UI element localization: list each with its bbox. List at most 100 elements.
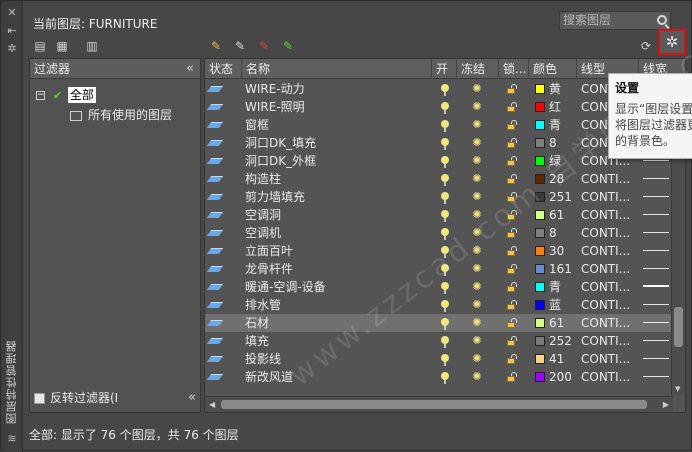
layer-color[interactable]: 黄 bbox=[532, 80, 578, 98]
new-layer-icon[interactable]: ✎ bbox=[207, 37, 225, 55]
layer-name[interactable]: WIRE-照明 bbox=[245, 98, 431, 116]
layer-status-icon[interactable] bbox=[206, 338, 224, 344]
layer-linetype[interactable]: CONTI... bbox=[581, 224, 639, 242]
layer-color[interactable]: 28 bbox=[532, 170, 578, 188]
new-layer-vp-frozen-icon[interactable]: ✎ bbox=[231, 37, 249, 55]
lightbulb-icon[interactable] bbox=[441, 228, 449, 240]
lineweight-sample[interactable] bbox=[643, 232, 669, 233]
layer-color[interactable]: 61 bbox=[532, 206, 578, 224]
layer-status-icon[interactable] bbox=[206, 212, 224, 218]
lineweight-sample[interactable] bbox=[643, 376, 669, 377]
unlock-icon[interactable] bbox=[507, 84, 517, 94]
unlock-icon[interactable] bbox=[507, 246, 517, 256]
layer-name[interactable]: 排水管 bbox=[245, 296, 431, 314]
unlock-icon[interactable] bbox=[507, 228, 517, 238]
layer-name[interactable]: 洞口DK_填充 bbox=[245, 134, 431, 152]
lineweight-sample[interactable] bbox=[643, 160, 669, 161]
layer-linetype[interactable]: CONTI... bbox=[581, 206, 639, 224]
layer-name[interactable]: 立面百叶 bbox=[245, 242, 431, 260]
lineweight-sample[interactable] bbox=[643, 285, 669, 287]
unlock-icon[interactable] bbox=[507, 210, 517, 220]
layer-row[interactable]: 构造柱 ✺ 28 CONTI... bbox=[205, 170, 671, 188]
vertical-scroll-thumb[interactable] bbox=[674, 307, 683, 347]
properties-gear-icon[interactable]: ✲ bbox=[6, 43, 18, 55]
horizontal-scroll-thumb[interactable] bbox=[221, 400, 647, 409]
layer-color[interactable]: 251 bbox=[532, 188, 578, 206]
lightbulb-icon[interactable] bbox=[441, 354, 449, 366]
layer-row[interactable]: 龙骨杆件 ✺ 161 CONTI... bbox=[205, 260, 671, 278]
sun-icon[interactable]: ✺ bbox=[471, 227, 483, 239]
sun-icon[interactable]: ✺ bbox=[471, 173, 483, 185]
lineweight-sample[interactable] bbox=[643, 268, 669, 269]
layer-name[interactable]: 新改风道 bbox=[245, 368, 431, 386]
layer-name[interactable]: 投影线 bbox=[245, 350, 431, 368]
layer-name[interactable]: 洞口DK_外框 bbox=[245, 152, 431, 170]
layer-name[interactable]: 空调机 bbox=[245, 224, 431, 242]
layer-color[interactable]: 41 bbox=[532, 350, 578, 368]
lightbulb-icon[interactable] bbox=[441, 282, 449, 294]
layer-linetype[interactable]: CONTI... bbox=[581, 296, 639, 314]
unlock-icon[interactable] bbox=[507, 300, 517, 310]
layer-color[interactable]: 30 bbox=[532, 242, 578, 260]
tree-node-used-layers[interactable]: 所有使用的图层 bbox=[70, 107, 172, 123]
layer-linetype[interactable]: CONTI... bbox=[581, 242, 639, 260]
layer-row[interactable]: 剪力墙填充 ✺ 251 CONTI... bbox=[205, 188, 671, 206]
layer-name[interactable]: 窗框 bbox=[245, 116, 431, 134]
delete-layer-icon[interactable]: ✎ bbox=[255, 37, 273, 55]
lineweight-sample[interactable] bbox=[643, 340, 669, 341]
layer-color[interactable]: 252 bbox=[532, 332, 578, 350]
unlock-icon[interactable] bbox=[507, 372, 517, 382]
layer-name[interactable]: 空调洞 bbox=[245, 206, 431, 224]
lineweight-sample[interactable] bbox=[643, 304, 669, 305]
unlock-icon[interactable] bbox=[507, 120, 517, 130]
sun-icon[interactable]: ✺ bbox=[471, 299, 483, 311]
col-status[interactable]: 状态 bbox=[205, 59, 242, 79]
layer-color[interactable]: 青 bbox=[532, 116, 578, 134]
sun-icon[interactable]: ✺ bbox=[471, 191, 483, 203]
unlock-icon[interactable] bbox=[507, 138, 517, 148]
unlock-icon[interactable] bbox=[507, 354, 517, 364]
sun-icon[interactable]: ✺ bbox=[471, 119, 483, 131]
col-color[interactable]: 颜色 bbox=[529, 59, 577, 79]
layer-status-icon[interactable] bbox=[206, 140, 224, 146]
layer-row[interactable]: 投影线 ✺ 41 CONTI... bbox=[205, 350, 671, 368]
lightbulb-icon[interactable] bbox=[441, 138, 449, 150]
lineweight-sample[interactable] bbox=[643, 196, 669, 197]
new-property-filter-icon[interactable]: ▤ bbox=[31, 37, 49, 55]
lightbulb-icon[interactable] bbox=[441, 84, 449, 96]
invert-filter-row[interactable]: 反转过滤器(I « bbox=[34, 390, 198, 406]
lightbulb-icon[interactable] bbox=[441, 318, 449, 330]
layer-status-icon[interactable] bbox=[206, 122, 224, 128]
layer-status-icon[interactable] bbox=[206, 176, 224, 182]
unlock-icon[interactable] bbox=[507, 264, 517, 274]
lineweight-sample[interactable] bbox=[643, 178, 669, 179]
lineweight-sample[interactable] bbox=[643, 214, 669, 215]
scroll-down-icon[interactable]: ▼ bbox=[675, 385, 680, 393]
layer-row[interactable]: 新改风道 ✺ 200 CONTI... bbox=[205, 368, 671, 386]
lineweight-sample[interactable] bbox=[643, 358, 669, 359]
layer-status-icon[interactable] bbox=[206, 86, 224, 92]
layer-row[interactable]: 空调洞 ✺ 61 CONTI... bbox=[205, 206, 671, 224]
layer-row[interactable]: WIRE-动力 ✺ 黄 CONTI... bbox=[205, 80, 671, 98]
search-icon[interactable] bbox=[657, 15, 667, 25]
layer-status-icon[interactable] bbox=[206, 302, 224, 308]
layer-color[interactable]: 161 bbox=[532, 260, 578, 278]
layer-status-icon[interactable] bbox=[206, 230, 224, 236]
layer-color[interactable]: 红 bbox=[532, 98, 578, 116]
col-lock[interactable]: 锁... bbox=[499, 59, 529, 79]
layer-row[interactable]: 填充 ✺ 252 CONTI... bbox=[205, 332, 671, 350]
layer-status-icon[interactable] bbox=[206, 284, 224, 290]
col-name[interactable]: 名称 bbox=[242, 59, 432, 79]
layer-color[interactable]: 61 bbox=[532, 314, 578, 332]
layer-row[interactable]: 立面百叶 ✺ 30 CONTI... bbox=[205, 242, 671, 260]
scroll-right-icon[interactable]: ▶ bbox=[663, 400, 669, 409]
new-group-filter-icon[interactable]: ▦ bbox=[53, 37, 71, 55]
lightbulb-icon[interactable] bbox=[441, 336, 449, 348]
auto-hide-icon[interactable]: ⇤ bbox=[6, 25, 18, 37]
layer-status-icon[interactable] bbox=[206, 194, 224, 200]
col-on[interactable]: 开 bbox=[432, 59, 457, 79]
layer-name[interactable]: 暖通-空调-设备 bbox=[245, 278, 431, 296]
sun-icon[interactable]: ✺ bbox=[471, 137, 483, 149]
layer-linetype[interactable]: CONTI... bbox=[581, 170, 639, 188]
lightbulb-icon[interactable] bbox=[441, 300, 449, 312]
